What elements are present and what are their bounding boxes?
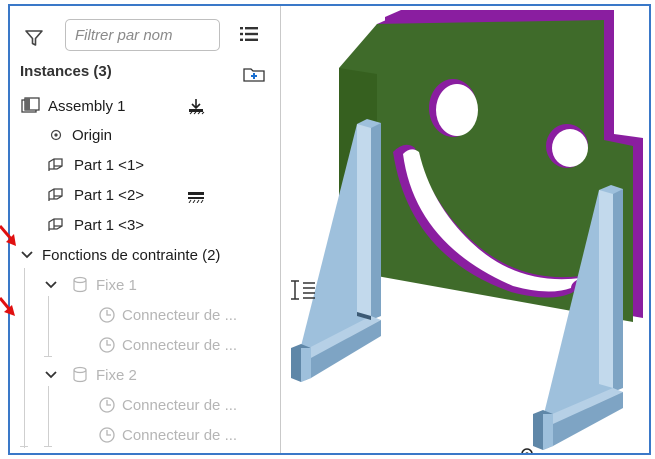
stand-left — [291, 119, 381, 382]
part-icon — [48, 158, 63, 171]
tree-guide-line — [24, 268, 25, 448]
app-window: Instances (3) Assembly 1 Origin — [8, 4, 651, 455]
insert-icon[interactable] — [187, 98, 205, 116]
search-input[interactable] — [65, 19, 220, 51]
annotation-arrow — [0, 225, 16, 246]
tree-item-mate-features[interactable]: Fonctions de contrainte (2) — [20, 243, 220, 267]
mate-features-label: Fonctions de contrainte (2) — [42, 246, 221, 264]
chevron-down-icon[interactable] — [44, 370, 58, 380]
mate-connector-icon — [99, 307, 115, 323]
connector-label: Connecteur de ... — [122, 396, 238, 414]
connector-label: Connecteur de ... — [122, 336, 238, 354]
tree-guide-line — [48, 386, 49, 446]
tree-guide-tick — [44, 356, 52, 357]
origin-icon — [50, 129, 62, 141]
annotation-arrow — [0, 297, 15, 316]
instances-heading: Instances (3) — [20, 63, 112, 80]
part-label: Part 1 <2> — [74, 186, 145, 204]
tree-item-assembly[interactable]: Assembly 1 — [20, 94, 126, 118]
tree-item-part-1[interactable]: Part 1 <1> — [46, 153, 144, 177]
origin-label: Origin — [72, 126, 113, 144]
assembly-icon — [21, 97, 40, 113]
tree-item-connector[interactable]: Connecteur de ... — [98, 303, 237, 327]
list-view-icon[interactable] — [240, 26, 258, 42]
assembly-label: Assembly 1 — [48, 97, 126, 115]
connector-label: Connecteur de ... — [122, 426, 238, 444]
mate-connector-icon — [99, 427, 115, 443]
instances-panel: Instances (3) Assembly 1 Origin — [10, 6, 280, 453]
part-label: Part 1 <3> — [74, 216, 145, 234]
tree-item-connector[interactable]: Connecteur de ... — [98, 423, 237, 447]
chevron-down-icon[interactable] — [20, 250, 34, 260]
tree-guide-tick — [44, 446, 52, 447]
origin-marker[interactable] — [521, 448, 533, 455]
tree-item-fixe-1[interactable]: Fixe 1 — [44, 273, 137, 297]
fixed-status-icon — [188, 192, 204, 203]
part-icon — [48, 188, 63, 201]
fixe-1-label: Fixe 1 — [96, 276, 137, 294]
tree-guide-line — [48, 296, 49, 356]
new-folder-icon[interactable] — [243, 66, 265, 82]
mate-connector-icon — [99, 337, 115, 353]
filter-icon[interactable] — [24, 28, 44, 48]
connector-label: Connecteur de ... — [122, 306, 238, 324]
tree-guide-tick — [20, 446, 28, 447]
tree-item-connector[interactable]: Connecteur de ... — [98, 333, 237, 357]
part-label: Part 1 <1> — [74, 156, 145, 174]
tree-item-origin[interactable]: Origin — [50, 123, 112, 147]
mate-connector-icon — [99, 397, 115, 413]
tree-item-connector[interactable]: Connecteur de ... — [98, 393, 237, 417]
toggle-list-icon[interactable] — [289, 278, 319, 302]
tree-item-fixe-2[interactable]: Fixe 2 — [44, 363, 137, 387]
fixe-2-label: Fixe 2 — [96, 366, 137, 384]
tree-item-part-3[interactable]: Part 1 <3> — [46, 213, 144, 237]
tree-item-part-2[interactable]: Part 1 <2> — [46, 183, 144, 207]
graphics-viewport[interactable] — [281, 6, 649, 455]
fixed-mate-icon — [73, 276, 87, 293]
fixed-mate-icon — [73, 366, 87, 383]
model-render — [291, 10, 643, 455]
part-icon — [48, 218, 63, 231]
chevron-down-icon[interactable] — [44, 280, 58, 290]
